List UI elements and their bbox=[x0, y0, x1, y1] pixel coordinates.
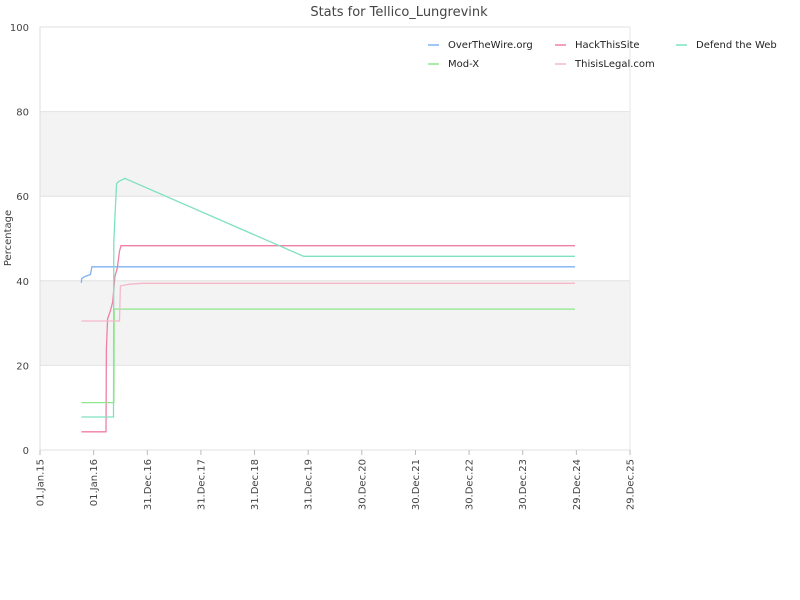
y-tick-label: 100 bbox=[10, 23, 29, 34]
x-tick-label: 30.Dec.21 bbox=[411, 459, 422, 510]
y-tick-label: 80 bbox=[16, 108, 29, 119]
legend-label: Defend the Web bbox=[696, 40, 777, 51]
y-tick-label: 0 bbox=[23, 446, 29, 457]
x-tick-label: 31.Dec.17 bbox=[196, 459, 207, 510]
x-tick-label: 30.Dec.23 bbox=[518, 459, 529, 510]
legend-label: OverTheWire.org bbox=[448, 40, 533, 51]
grid-band bbox=[40, 280, 630, 366]
x-tick-label: 30.Dec.22 bbox=[465, 459, 476, 510]
gridlines bbox=[39, 26, 631, 451]
x-tick-label: 30.Dec.20 bbox=[357, 459, 368, 510]
legend: OverTheWire.org HackThisSite Defend the We… bbox=[428, 40, 777, 70]
chart-title: Stats for Tellico_Lungrevink bbox=[310, 5, 488, 20]
legend-label: HackThisSite bbox=[575, 40, 640, 51]
x-tick-label: 31.Dec.19 bbox=[304, 459, 315, 510]
y-tick-label: 40 bbox=[16, 277, 29, 288]
y-tick-label: 20 bbox=[16, 361, 29, 372]
x-tick-label: 31.Dec.18 bbox=[250, 459, 261, 510]
x-tick-label: 29.Dec.25 bbox=[626, 459, 637, 510]
x-tick-label: 01.Jan.15 bbox=[36, 459, 47, 506]
y-axis-label: Percentage bbox=[3, 210, 14, 266]
legend-label: ThisisLegal.com bbox=[574, 59, 655, 70]
stats-chart: Stats for Tellico_Lungrevink Percentage … bbox=[3, 5, 777, 510]
x-tick-label: 29.Dec.24 bbox=[572, 459, 583, 510]
x-axis-ticks: 01.Jan.15 01.Jan.16 31.Dec.16 31.Dec.17 31.D… bbox=[36, 450, 637, 510]
x-tick-label: 01.Jan.16 bbox=[89, 459, 100, 506]
y-tick-label: 60 bbox=[16, 192, 29, 203]
grid-band bbox=[40, 111, 630, 197]
grid-bands bbox=[40, 111, 630, 366]
x-tick-label: 31.Dec.16 bbox=[143, 459, 154, 510]
legend-label: Mod-X bbox=[448, 59, 479, 70]
